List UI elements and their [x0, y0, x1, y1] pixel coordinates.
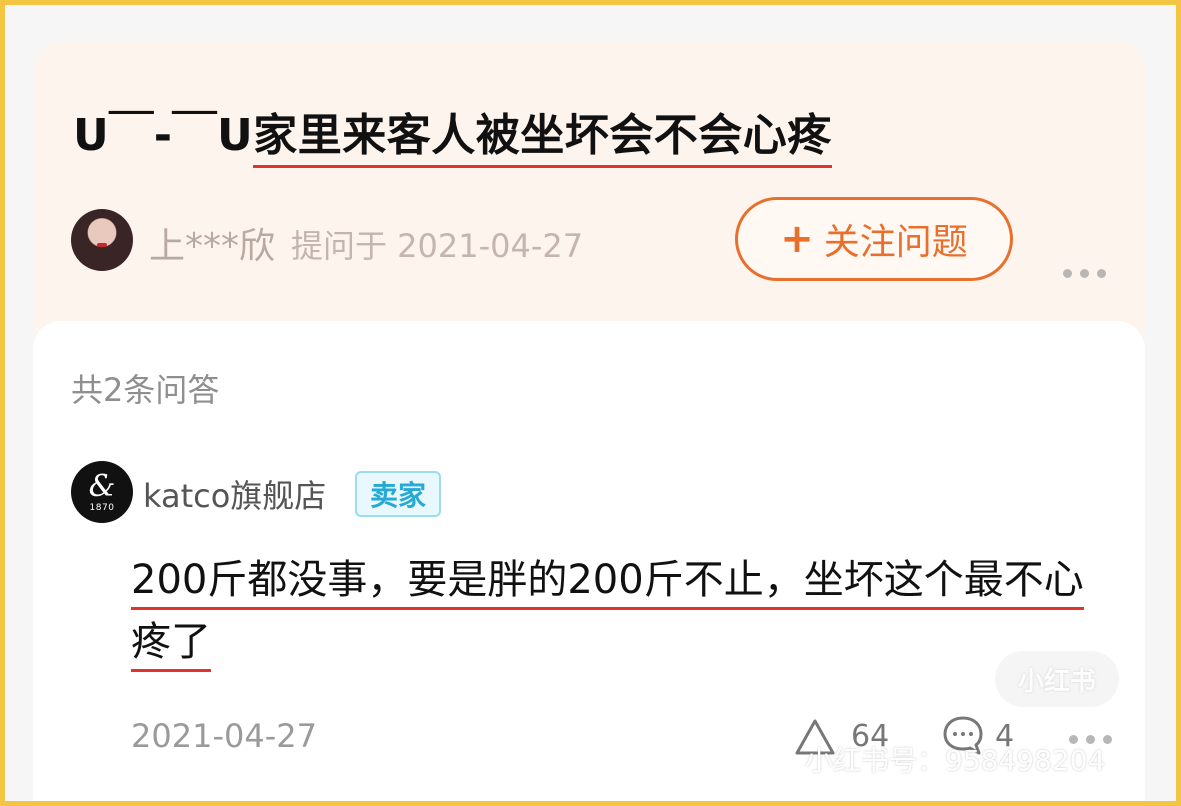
- answer-date: 2021-04-27: [131, 717, 317, 755]
- asked-date: 提问于 2021-04-27: [291, 227, 584, 265]
- title-emoticon: U￣-￣U: [73, 110, 254, 161]
- shop-avatar[interactable]: & 1870: [71, 461, 133, 523]
- answers-card: 共2条问答 & 1870 katco旗舰店 卖家 200斤都没事，要是胖的200…: [33, 321, 1145, 801]
- follow-question-button[interactable]: + 关注问题: [735, 197, 1013, 281]
- watermark-logo: 小红书: [995, 651, 1119, 707]
- plus-icon: +: [780, 216, 814, 262]
- asker-avatar[interactable]: [71, 209, 133, 271]
- answer-body: 200斤都没事，要是胖的200斤不止，坐坏这个最不心疼了: [131, 557, 1084, 672]
- answer-text: 200斤都没事，要是胖的200斤不止，坐坏这个最不心疼了: [131, 549, 1111, 673]
- title-text: 家里来客人被坐坏会不会心疼: [253, 110, 832, 168]
- watermark-id: 小红书号：958498204: [805, 744, 1106, 777]
- answer-count: 共2条问答: [71, 371, 220, 409]
- shop-logo-glyph: &: [88, 468, 116, 504]
- follow-label: 关注问题: [823, 222, 968, 263]
- shop-name[interactable]: katco旗舰店: [143, 471, 326, 517]
- qa-page: U￣-￣U家里来客人被坐坏会不会心疼 上***欣 提问于 2021-04-27 …: [5, 5, 1176, 801]
- asker-name[interactable]: 上***欣: [149, 217, 275, 269]
- seller-badge: 卖家: [355, 471, 441, 517]
- more-options-icon[interactable]: [1063, 269, 1106, 278]
- avatar-detail: [97, 243, 107, 247]
- question-title: U￣-￣U家里来客人被坐坏会不会心疼: [73, 99, 832, 168]
- shop-logo-year: 1870: [89, 502, 115, 513]
- question-card: U￣-￣U家里来客人被坐坏会不会心疼 上***欣 提问于 2021-04-27 …: [33, 41, 1145, 351]
